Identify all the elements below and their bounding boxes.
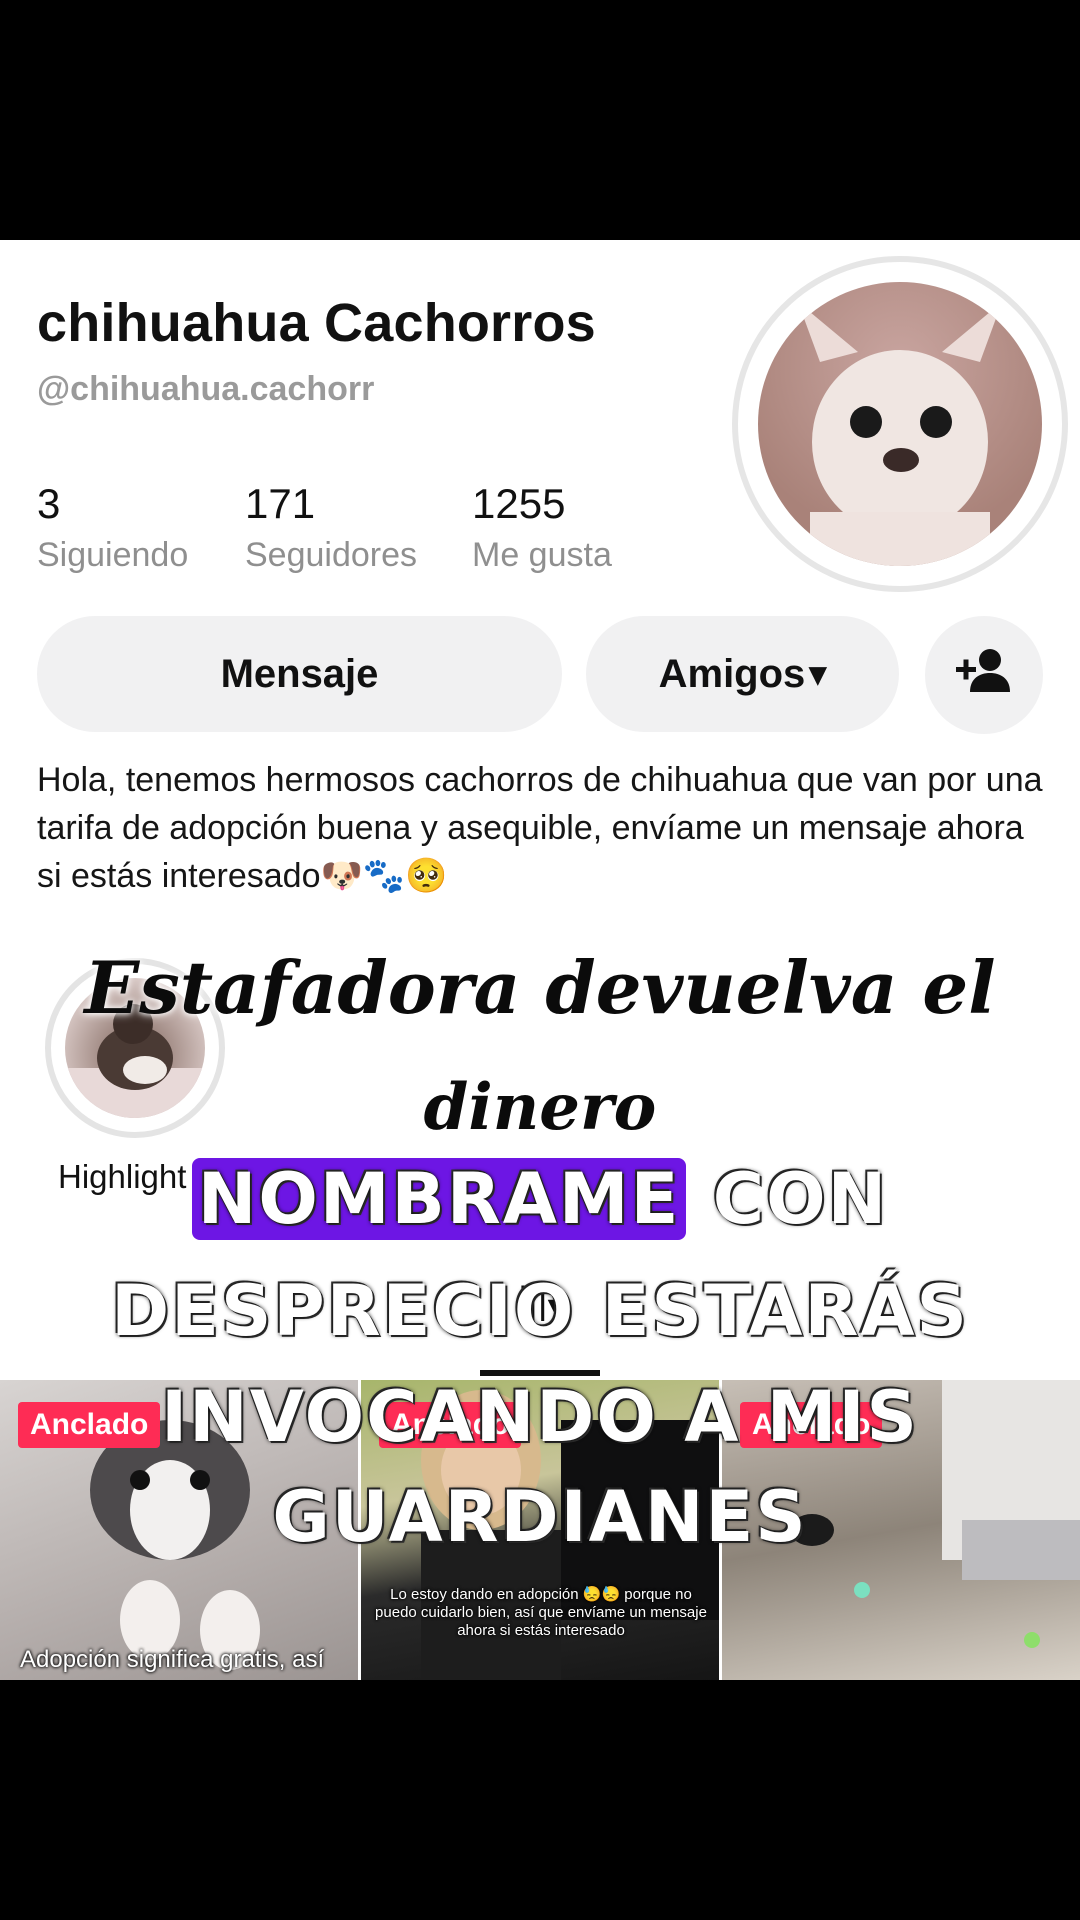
stat-followers[interactable]: 171 Seguidores bbox=[245, 480, 417, 575]
add-friend-button[interactable] bbox=[925, 616, 1043, 734]
person-plus-icon bbox=[956, 646, 1012, 704]
friends-label: Amigos bbox=[658, 651, 806, 696]
overlay-caption-line3: INVOCANDO A MIS bbox=[161, 1376, 919, 1458]
message-button[interactable]: Mensaje bbox=[37, 616, 562, 732]
followers-label: Seguidores bbox=[245, 536, 418, 574]
bottom-letterbox bbox=[0, 1680, 1080, 1920]
profile-name: chihuahua Cachorros bbox=[37, 293, 596, 353]
profile-bio: Hola, tenemos hermosos cachorros de chih… bbox=[37, 761, 1043, 895]
following-count: 3 bbox=[37, 480, 61, 527]
likes-count: 1255 bbox=[472, 480, 566, 527]
overlay-caption-line4: GUARDIANES bbox=[272, 1476, 808, 1558]
avatar[interactable] bbox=[732, 256, 1068, 592]
video-caption: Lo estoy dando en adopción 😓😓 porque no … bbox=[375, 1586, 707, 1639]
avatar-image bbox=[758, 282, 1042, 566]
top-letterbox bbox=[0, 0, 1080, 240]
video-caption: Adopción significa gratis, así bbox=[20, 1646, 325, 1673]
followers-count: 171 bbox=[245, 480, 316, 527]
overlay-title-line1: Estafadora devuelva el bbox=[84, 945, 996, 1030]
friends-button[interactable]: Amigos ▾ bbox=[586, 616, 899, 732]
chevron-down-icon: ▾ bbox=[809, 655, 827, 693]
following-label: Siguiendo bbox=[37, 536, 189, 574]
likes-label: Me gusta bbox=[472, 536, 612, 574]
overlay-caption-line2: DESPRECIO ESTARÁS bbox=[111, 1270, 969, 1352]
stat-likes[interactable]: 1255 Me gusta bbox=[472, 480, 612, 575]
overlay-caption-line1: NOMBRAME CON bbox=[0, 1158, 1080, 1240]
overlay-caption-highlight: NOMBRAME bbox=[191, 1158, 687, 1240]
overlay-title-line2: dinero bbox=[423, 1070, 657, 1145]
stat-following[interactable]: 3 Siguiendo bbox=[37, 480, 188, 575]
profile-handle: @chihuahua.cachorr bbox=[37, 370, 375, 408]
overlay-caption-rest: CON bbox=[686, 1158, 889, 1240]
